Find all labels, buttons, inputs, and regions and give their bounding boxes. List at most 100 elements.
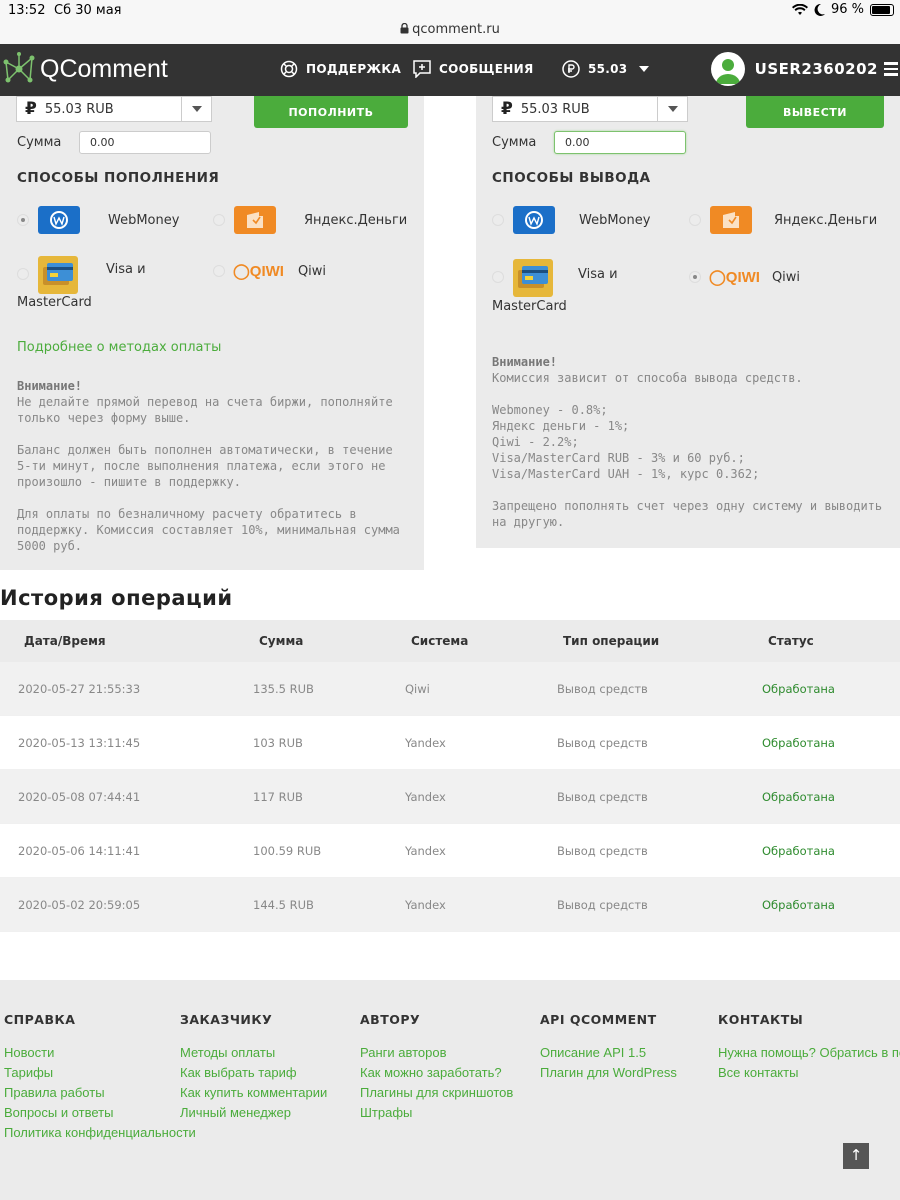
footer-col-author: АВТОРУ Ранги авторов Как можно заработат… [360,1012,513,1125]
deposit-sum-label: Сумма [17,135,62,150]
browser-url-bar[interactable]: qcomment.ru [0,22,900,44]
footer-link[interactable]: Как купить комментарии [180,1085,327,1100]
cell-status: Обработана [762,843,835,858]
webmoney-icon [38,206,80,234]
yandex-label: Яндекс.Деньги [774,212,878,228]
withdraw-sum-input[interactable]: 0.00 [554,131,686,154]
footer-link[interactable]: Описание API 1.5 [540,1045,677,1060]
deposit-currency-value: 55.03 RUB [44,101,114,117]
withdraw-method-webmoney[interactable]: WebMoney [492,206,650,234]
deposit-note-3: Для оплаты по безналичному расчету обрат… [17,507,400,553]
footer-link[interactable]: Методы оплаты [180,1045,327,1060]
footer-col-api: API QCOMMENT Описание API 1.5 Плагин для… [540,1012,677,1085]
footer-col-customer: ЗАКАЗЧИКУ Методы оплаты Как выбрать тари… [180,1012,327,1125]
withdraw-notes: Внимание! Комиссия зависит от способа вы… [492,354,887,530]
nav-messages-link[interactable]: СООБЩЕНИЯ [413,60,534,78]
deposit-method-qiwi[interactable]: ◯QIWI Qiwi [213,262,326,280]
deposit-method-yandex[interactable]: Яндекс.Деньги [213,206,407,234]
footer-link[interactable]: Все контакты [718,1065,900,1080]
cell-datetime: 2020-05-08 07:44:41 [18,789,141,804]
footer-col-contacts: КОНТАКТЫ Нужна помощь? Обратись в под Вс… [718,1012,900,1085]
radio-yandex[interactable] [689,214,701,226]
footer-link[interactable]: Как можно заработать? [360,1065,513,1080]
footer-link[interactable]: Штрафы [360,1105,513,1120]
col-system[interactable]: Система [397,634,549,648]
qiwi-label: Qiwi [297,263,327,279]
cell-amount: 144.5 RUB [253,897,314,912]
withdraw-method-visa[interactable]: Visa и [492,259,618,297]
top-navigation: QComment ПОДДЕРЖКА СООБЩЕНИЯ 55.03 USER2… [0,44,900,96]
hamburger-menu-icon[interactable] [884,62,898,76]
cell-status: Обработана [762,897,835,912]
withdraw-method-yandex[interactable]: Яндекс.Деньги [689,206,877,234]
withdraw-button[interactable]: ВЫВЕСТИ [746,96,884,128]
col-datetime[interactable]: Дата/Время [0,634,245,648]
cell-status: Обработана [762,789,835,804]
qiwi-label: Qiwi [771,269,801,285]
payment-methods-link[interactable]: Подробнее о методах оплаты [17,340,221,355]
table-row: 2020-05-02 20:59:05 144.5 RUB Yandex Выв… [0,878,900,932]
nav-balance-value: 55.03 [588,62,628,76]
footer-link[interactable]: Тарифы [4,1065,196,1080]
yandex-label: Яндекс.Деньги [304,212,408,228]
footer-col-title: API QCOMMENT [540,1012,657,1027]
webmoney-icon [513,206,555,234]
cell-datetime: 2020-05-02 20:59:05 [18,897,141,912]
radio-webmoney[interactable] [17,214,29,226]
cell-system: Yandex [405,843,446,858]
footer-link[interactable]: Вопросы и ответы [4,1105,196,1120]
deposit-currency-select[interactable]: ₽ 55.03 RUB [16,96,212,122]
cards-icon [513,259,553,297]
table-row: 2020-05-06 14:11:41 100.59 RUB Yandex Вы… [0,824,900,878]
ruble-coin-icon [562,60,580,78]
webmoney-label: WebMoney [108,212,180,228]
footer-link[interactable]: Как выбрать тариф [180,1065,327,1080]
col-status[interactable]: Статус [754,634,900,648]
cell-datetime: 2020-05-13 13:11:45 [18,735,141,750]
footer: СПРАВКА Новости Тарифы Правила работы Во… [0,980,900,1200]
footer-link[interactable]: Ранги авторов [360,1045,513,1060]
deposit-method-visa[interactable]: Visa и [17,256,146,294]
cell-amount: 117 RUB [253,789,303,804]
table-body: 2020-05-27 21:55:33 135.5 RUB Qiwi Вывод… [0,662,900,932]
col-operation-type[interactable]: Тип операции [549,634,754,648]
status-right: 96 % [791,2,894,17]
chevron-down-icon [657,97,687,121]
footer-link[interactable]: Правила работы [4,1085,196,1100]
footer-link[interactable]: Личный менеджер [180,1105,327,1120]
radio-yandex[interactable] [213,214,225,226]
user-icon [715,59,740,84]
withdraw-forbidden-note: Запрещено пополнять счет через одну сист… [492,499,883,529]
radio-visa[interactable] [492,271,504,283]
footer-link[interactable]: Плагин для WordPress [540,1065,677,1080]
footer-link[interactable]: Нужна помощь? Обратись в под [718,1045,900,1060]
yandex-money-icon [234,206,276,234]
nav-support-link[interactable]: ПОДДЕРЖКА [280,60,401,78]
withdraw-method-qiwi[interactable]: ◯QIWI Qiwi [689,268,800,286]
col-amount[interactable]: Сумма [245,634,397,648]
deposit-methods-title: СПОСОБЫ ПОПОЛНЕНИЯ [17,170,220,186]
footer-link[interactable]: Политика конфиденциальности [4,1125,196,1140]
radio-qiwi[interactable] [213,265,225,277]
wifi-icon [791,3,808,15]
deposit-method-webmoney[interactable]: WebMoney [17,206,179,234]
withdraw-currency-select[interactable]: ₽ 55.03 RUB [492,96,688,122]
deposit-button[interactable]: ПОПОЛНИТЬ [254,96,408,128]
footer-col-title: АВТОРУ [360,1012,421,1027]
nav-balance-dropdown[interactable]: 55.03 [562,60,650,78]
footer-link[interactable]: Плагины для скриншотов [360,1085,513,1100]
radio-qiwi[interactable] [689,271,701,283]
ruble-icon: ₽ [25,99,37,119]
visa-label-line1: Visa и [106,262,146,277]
radio-webmoney[interactable] [492,214,504,226]
footer-link[interactable]: Новости [4,1045,196,1060]
cell-system: Yandex [405,897,446,912]
user-menu[interactable]: USER2360202 [710,52,878,86]
site-logo[interactable]: QComment [2,52,168,86]
radio-visa[interactable] [17,268,29,280]
moon-icon [814,3,825,16]
deposit-sum-input[interactable]: 0.00 [79,131,211,154]
visa-label-line2: MasterCard [492,299,567,314]
scroll-to-top-button[interactable]: ↑ [843,1143,869,1169]
qiwi-logo-icon: ◯QIWI [709,269,760,286]
